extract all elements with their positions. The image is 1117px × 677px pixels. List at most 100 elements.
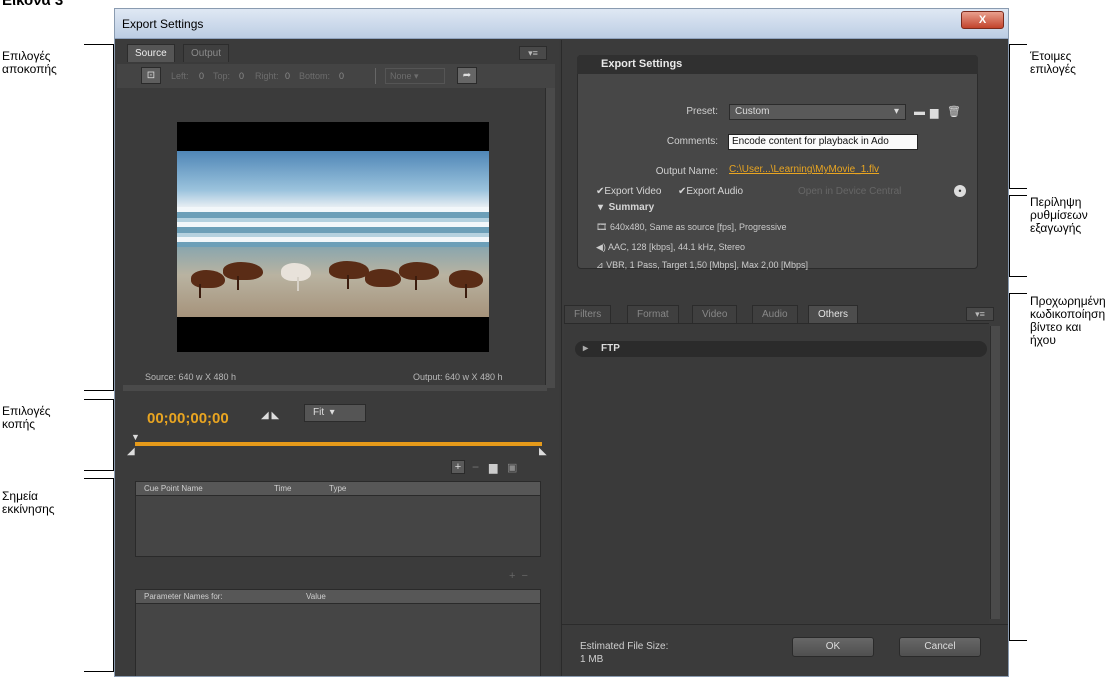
playhead-icon[interactable]: ▼: [131, 432, 140, 442]
cue-table-header: Cue Point Name Time Type: [136, 482, 540, 496]
export-audio-checkbox[interactable]: ✔Export Audio: [678, 186, 743, 197]
horse-leg: [415, 276, 417, 290]
export-settings-header: Export Settings: [577, 55, 978, 74]
summary-toggle[interactable]: ▾ Summary: [598, 202, 654, 213]
bracket-summary: [1009, 195, 1027, 277]
horse-figure: [223, 262, 263, 280]
horse-figure: [365, 269, 401, 287]
speaker-icon: ◀): [596, 242, 606, 252]
cancel-button[interactable]: Cancel: [899, 637, 981, 657]
swap-arrow-button[interactable]: ➦: [457, 67, 477, 84]
chevron-down-icon: ▾: [893, 106, 899, 117]
folder-icon[interactable]: ▆: [489, 461, 497, 474]
annotation-cue-points: Σημεία εκκίνησης: [2, 489, 55, 516]
panel-menu-button[interactable]: ▾≡: [519, 46, 547, 60]
bracket-cue: [84, 478, 114, 672]
export-video-label: Export Video: [604, 186, 662, 197]
preset-label: Preset:: [686, 106, 718, 117]
crop-right-value[interactable]: 0: [285, 71, 290, 81]
close-button[interactable]: X: [961, 11, 1004, 29]
horse-leg: [297, 277, 299, 291]
cue-col-type: Type: [329, 484, 347, 493]
annotation-summary: Περίληψη ρυθμίσεων εξαγωγής: [1030, 195, 1088, 235]
expand-arrow-icon: ▸: [583, 343, 589, 354]
in-out-markers[interactable]: ◢ ◣: [261, 410, 279, 421]
delete-preset-icon[interactable]: 🗑: [947, 105, 961, 118]
tab-audio[interactable]: Audio: [752, 305, 798, 323]
horse-figure: [399, 262, 439, 280]
in-point-handle[interactable]: ◢: [127, 446, 135, 457]
param-table-header: Parameter Names for: Value: [136, 590, 540, 604]
annotation-trim-options: Επιλογές κοπής: [2, 404, 51, 431]
crop-tool-button[interactable]: ⊡: [141, 67, 161, 84]
device-central-checkbox[interactable]: Open in Device Central: [798, 186, 901, 197]
annotation-presets: Έτοιμες επιλογές: [1030, 49, 1076, 76]
out-point-handle[interactable]: ◣: [539, 446, 547, 457]
output-size-label: Output: 640 w X 480 h: [413, 372, 503, 382]
right-panel: Export Settings Preset: Custom ▾ ▬ ▆ 🗑 Co…: [561, 40, 1008, 676]
summary-audio: ◀) AAC, 128 [kbps], 44.1 kHz, Stereo: [596, 242, 745, 253]
right-panel-menu-button[interactable]: ▾≡: [966, 307, 994, 321]
remove-cue-point-button[interactable]: −: [472, 460, 479, 474]
preset-value: Custom: [735, 106, 770, 117]
crop-left-value[interactable]: 0: [199, 71, 204, 81]
preset-select[interactable]: Custom ▾: [729, 104, 906, 120]
output-name-link[interactable]: C:\User...\Learning\MyMovie_1.flv: [729, 164, 879, 175]
add-cue-point-button[interactable]: +: [451, 460, 465, 474]
crop-right-label: Right:: [255, 71, 279, 81]
timecode-display[interactable]: 00;00;00;00: [147, 410, 229, 427]
horse-figure: [329, 261, 369, 279]
estimated-size-value: 1 MB: [580, 654, 604, 665]
parameters-table: Parameter Names for: Value: [135, 589, 541, 676]
tab-format[interactable]: Format: [627, 305, 679, 323]
crop-ratio-label: None: [390, 71, 412, 81]
save-preset-icon[interactable]: ▬: [914, 106, 925, 118]
zoom-fit-select[interactable]: Fit ▾: [304, 404, 366, 422]
ftp-section[interactable]: ▸ FTP: [575, 341, 987, 357]
crop-top-label: Top:: [213, 71, 231, 81]
trim-timeline[interactable]: [135, 442, 542, 446]
horse-leg: [347, 275, 349, 289]
tab-video[interactable]: Video: [692, 305, 738, 323]
export-settings-box: Export Settings Preset: Custom ▾ ▬ ▆ 🗑 Co…: [577, 55, 978, 271]
summary-video: 🎞 640x480, Same as source [fps], Progres…: [596, 222, 787, 233]
crop-left-label: Left:: [171, 71, 189, 81]
tab-source[interactable]: Source: [127, 44, 175, 62]
param-col-name: Parameter Names for:: [144, 592, 223, 601]
save-cue-icon[interactable]: ▣: [507, 461, 517, 474]
figure: Εικόνα 3 Επιλογές αποκοπής Επιλογές κοπή…: [0, 0, 1117, 677]
horse-leg: [465, 284, 467, 298]
crop-ratio-select[interactable]: None ▾: [385, 68, 445, 84]
metadata-icon[interactable]: •: [954, 185, 966, 197]
horse-figure: [191, 270, 225, 288]
right-scrollbar[interactable]: [990, 326, 1000, 619]
tab-output[interactable]: Output: [183, 44, 230, 62]
ok-button[interactable]: OK: [792, 637, 874, 657]
preview-scrollbar[interactable]: [545, 88, 555, 388]
horse-leg: [237, 276, 239, 290]
bracket-presets: [1009, 44, 1027, 189]
figure-caption: Εικόνα 3: [2, 0, 64, 9]
add-parameter-button[interactable]: + −: [509, 570, 528, 582]
bitrate-icon: ⊿: [596, 260, 604, 270]
import-preset-icon[interactable]: ▆: [930, 106, 938, 119]
window-title: Export Settings: [122, 17, 204, 31]
crop-bottom-value[interactable]: 0: [339, 71, 344, 81]
export-settings-window: Export Settings X Source Output ▾≡ ⊡ Lef…: [114, 8, 1009, 677]
comments-field[interactable]: Encode content for playback in Ado: [728, 134, 918, 150]
crop-top-value[interactable]: 0: [239, 71, 244, 81]
horse-figure-white: [281, 263, 311, 281]
summary-video-text: 640x480, Same as source [fps], Progressi…: [609, 222, 787, 232]
summary-bitrate: ⊿ VBR, 1 Pass, Target 1,50 [Mbps], Max 2…: [596, 260, 808, 271]
video-preview: [177, 122, 489, 352]
bracket-advanced: [1009, 293, 1027, 641]
title-bar: Export Settings X: [115, 9, 1008, 39]
export-video-checkbox[interactable]: ✔Export Video: [596, 186, 661, 197]
annotation-advanced: Προχωρημένη κωδικοποίηση βίντεο και ήχου: [1030, 294, 1106, 347]
tab-filters[interactable]: Filters: [564, 305, 612, 323]
horizontal-scrollbar[interactable]: [123, 385, 547, 391]
export-audio-label: Export Audio: [686, 186, 744, 197]
estimated-size-label: Estimated File Size:: [580, 641, 669, 652]
tab-others[interactable]: Others: [808, 305, 859, 323]
bracket-crop: [84, 44, 114, 391]
